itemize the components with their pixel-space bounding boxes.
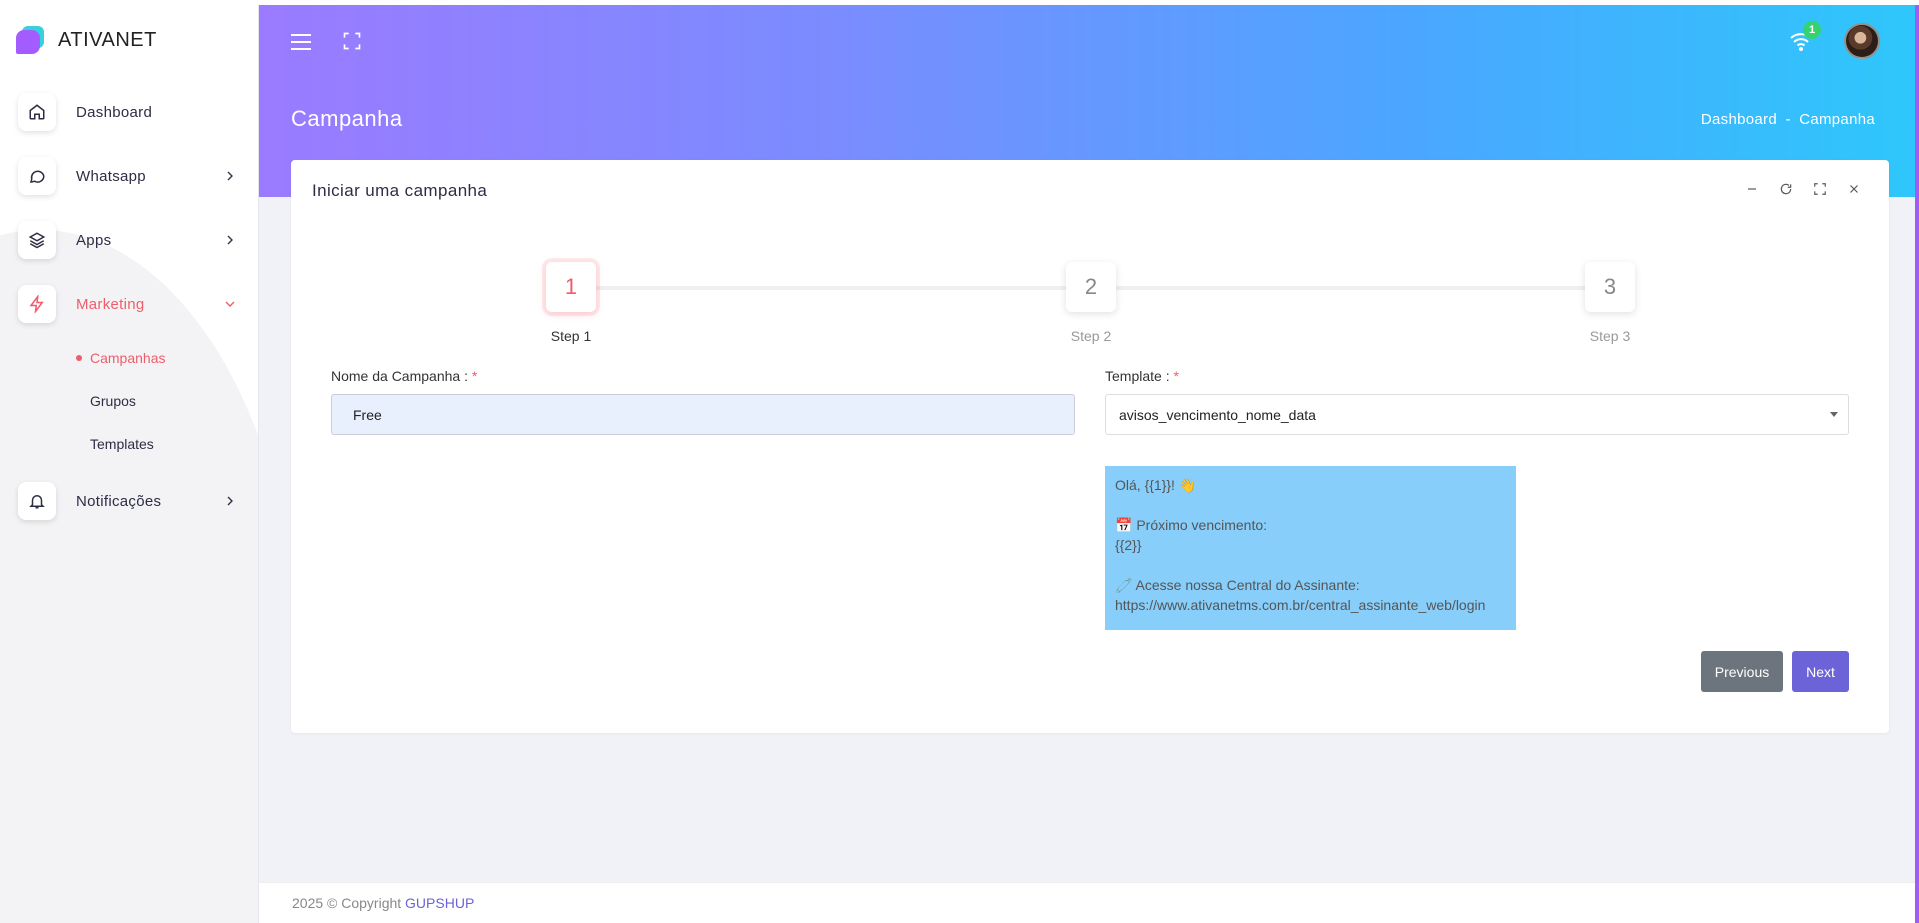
footer: 2025 © Copyright GUPSHUP [259,882,1919,923]
step-number: 2 [1066,262,1116,312]
template-select[interactable]: avisos_vencimento_nome_data [1105,394,1849,435]
chevron-right-icon [227,496,233,506]
sidebar-item-notificacoes[interactable]: Notificações [0,469,258,533]
expand-icon[interactable] [1813,182,1827,196]
step-number: 1 [546,262,596,312]
minimize-icon[interactable] [1745,182,1759,196]
sidebar-item-label: Marketing [76,295,145,313]
sidebar-item-label: Whatsapp [76,167,146,185]
window-top-strip [0,0,1919,5]
active-dot-icon [76,354,82,361]
campaign-name-input[interactable] [331,394,1075,435]
breadcrumb-separator: - [1785,111,1791,128]
sidebar-subitem-label: Campanhas [90,349,166,366]
brand[interactable]: ATIVANET [0,0,258,80]
fullscreen-icon[interactable] [342,31,362,51]
sidebar-subitem-templates[interactable]: Templates [0,422,258,465]
caret-down-icon [1830,412,1838,417]
step-label: Step 3 [1589,328,1631,344]
sidebar-item-whatsapp[interactable]: Whatsapp [0,144,258,208]
previous-button[interactable]: Previous [1701,651,1783,692]
avatar[interactable] [1844,23,1880,59]
notification-badge: 1 [1803,21,1821,39]
sidebar-subitem-grupos[interactable]: Grupos [0,379,258,422]
step-label: Step 2 [1070,328,1112,344]
gupshup-link[interactable]: GUPSHUP [405,895,474,911]
window-edge [1915,5,1919,923]
sidebar-item-dashboard[interactable]: Dashboard [0,80,258,144]
step-2[interactable]: 2 Step 2 [1066,262,1116,344]
step-label: Step 1 [550,328,592,344]
template-selected-value: avisos_vencimento_nome_data [1119,406,1316,423]
sidebar-subitem-campanhas[interactable]: Campanhas [0,336,258,379]
card-tools [1745,182,1861,196]
topbar: 1 [259,5,1919,77]
chat-icon [18,157,56,195]
breadcrumb: Dashboard - Campanha [1701,111,1875,128]
layers-icon [18,221,56,259]
step-3[interactable]: 3 Step 3 [1585,262,1635,344]
sidebar: ATIVANET Dashboard Whatsapp Apps Marketi… [0,0,259,923]
bolt-icon [18,285,56,323]
card-title: Iniciar uma campanha [312,181,488,200]
sidebar-item-label: Dashboard [76,103,153,121]
home-icon [18,93,56,131]
close-icon[interactable] [1847,182,1861,196]
sidebar-subitem-label: Templates [90,435,154,452]
template-preview: Olá, {{1}}! 👋 📅 Próximo vencimento: {{2}… [1105,466,1516,630]
bell-icon [18,482,56,520]
campaign-card: Iniciar uma campanha 1 Step 1 2 Step 2 3… [291,160,1889,733]
breadcrumb-current: Campanha [1799,111,1875,128]
sidebar-item-label: Notificações [76,492,162,510]
required-mark: * [1173,368,1179,384]
template-label: Template : * [1105,368,1179,384]
sidebar-item-apps[interactable]: Apps [0,208,258,272]
page-title: Campanha [291,106,403,131]
step-number: 3 [1585,262,1635,312]
template-label-text: Template : [1105,368,1170,384]
campaign-name-label: Nome da Campanha : * [331,368,477,384]
chevron-down-icon [225,301,235,307]
required-mark: * [471,368,478,384]
refresh-icon[interactable] [1779,182,1793,196]
breadcrumb-link-dashboard[interactable]: Dashboard [1701,111,1777,128]
chevron-right-icon [227,171,233,181]
campaign-name-label-text: Nome da Campanha : [331,368,468,384]
step-1[interactable]: 1 Step 1 [546,262,596,344]
brand-name: ATIVANET [58,28,157,51]
sidebar-subitem-label: Grupos [90,392,136,409]
sidebar-item-label: Apps [76,231,112,249]
brand-logo-icon [16,24,44,56]
next-button[interactable]: Next [1792,651,1849,692]
sidebar-item-marketing[interactable]: Marketing [0,272,258,336]
hamburger-menu-icon[interactable] [290,33,312,51]
chevron-right-icon [227,235,233,245]
copyright-text: 2025 © Copyright [292,895,402,911]
